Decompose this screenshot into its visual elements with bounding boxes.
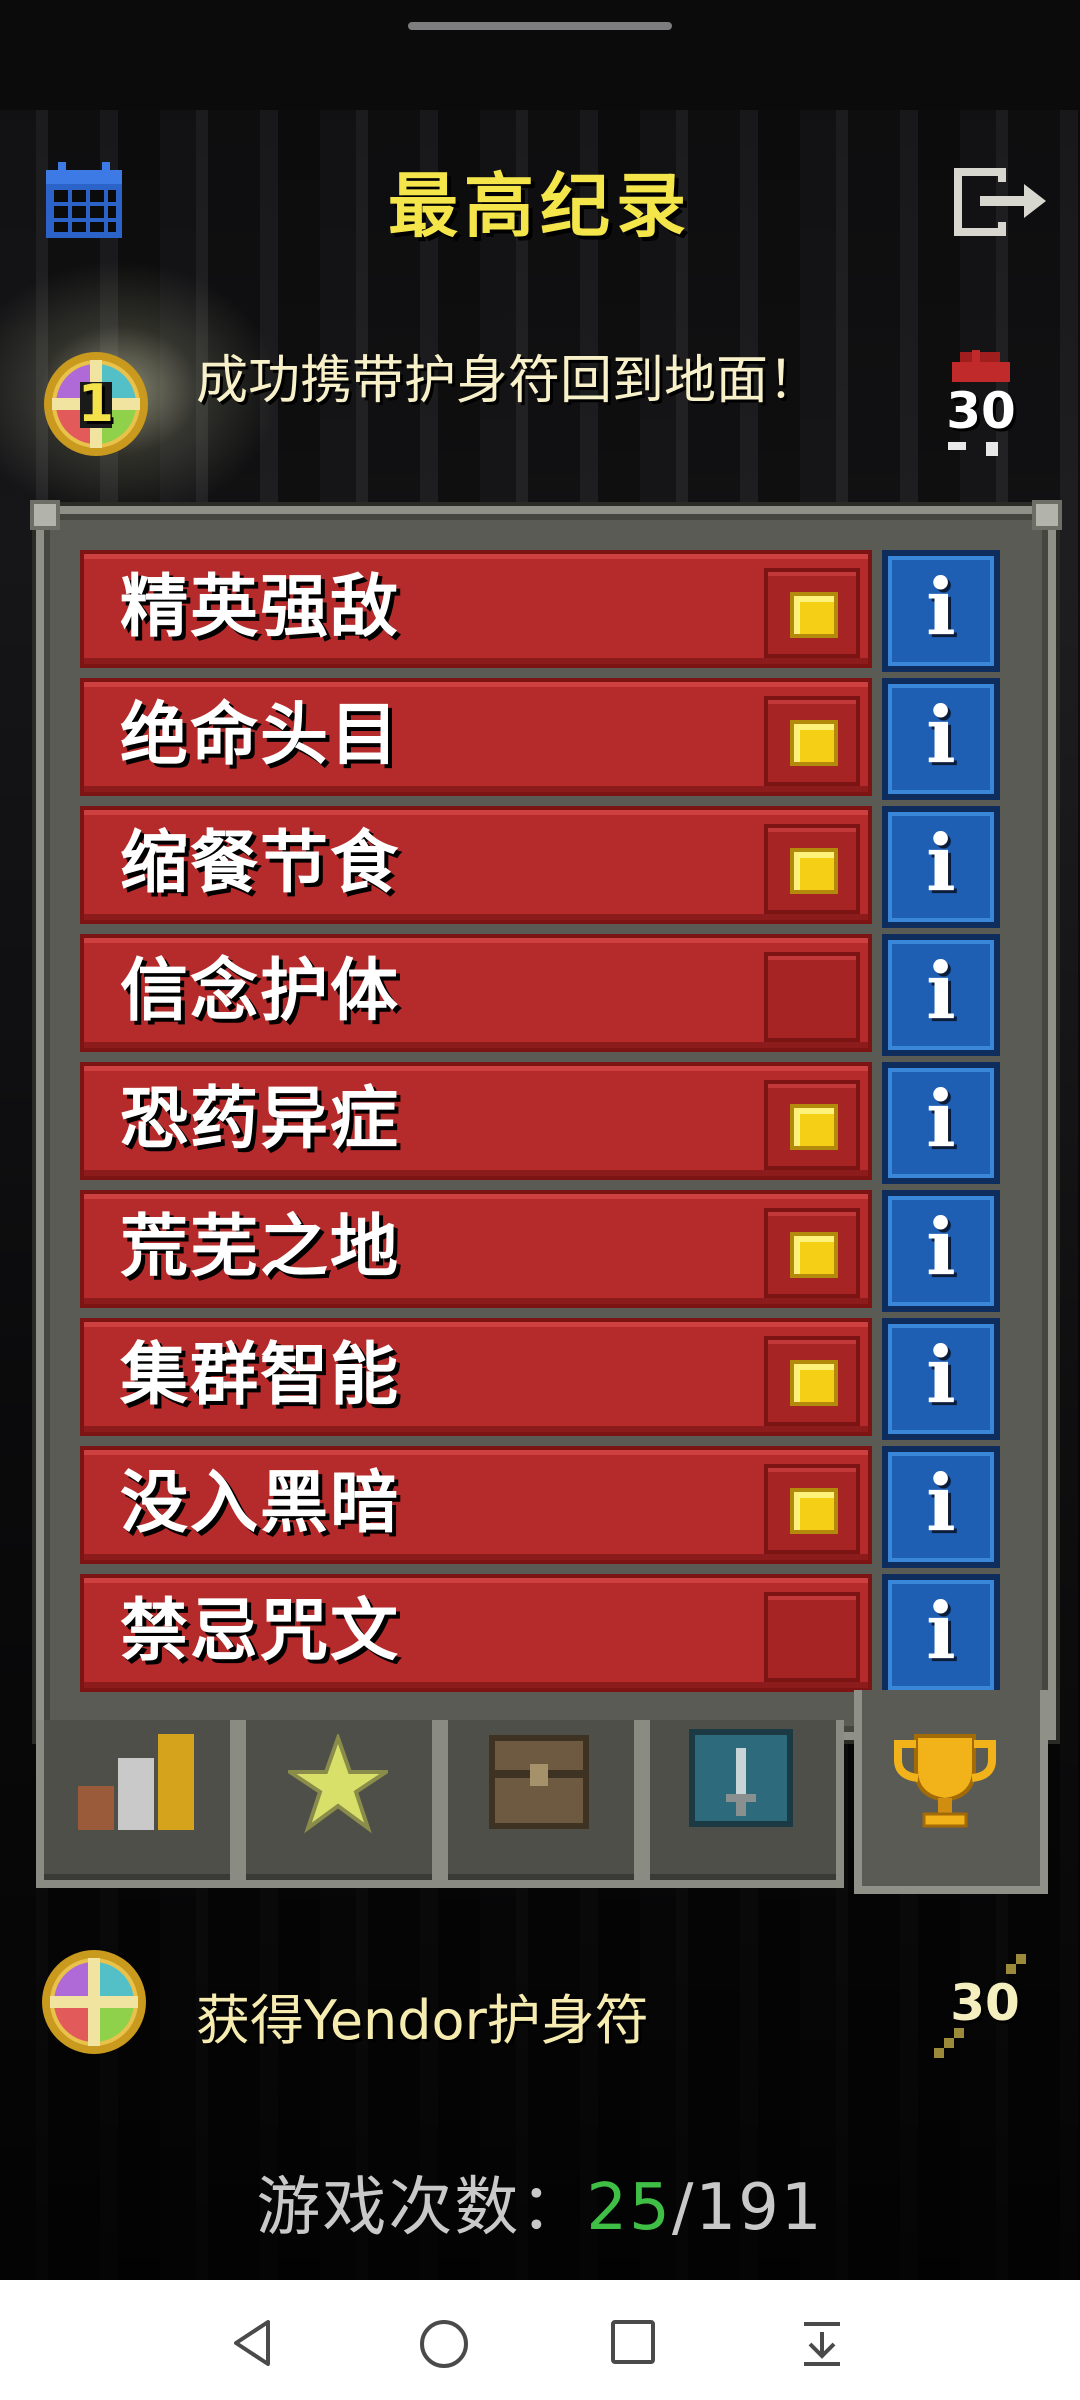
info-button[interactable]: i (882, 1574, 1000, 1696)
challenge-checkbox[interactable] (764, 1464, 860, 1554)
panel-corner (30, 500, 60, 530)
challenge-checkbox[interactable] (764, 952, 860, 1042)
exit-icon[interactable] (946, 162, 1054, 242)
challenge-checkbox[interactable] (764, 824, 860, 914)
panel-corner (1032, 500, 1062, 530)
stats-icon (78, 1734, 194, 1830)
challenge-row[interactable]: 恐药异症 (80, 1062, 872, 1180)
home-icon[interactable] (418, 2318, 470, 2370)
challenge-checkbox[interactable] (764, 1336, 860, 1426)
challenge-row[interactable]: 禁忌咒文 (80, 1574, 872, 1692)
challenge-row[interactable]: 信念护体 (80, 934, 872, 1052)
info-icon: i (926, 690, 956, 781)
info-icon: i (926, 1458, 956, 1549)
challenge-checkbox[interactable] (764, 1592, 860, 1682)
checkbox-check (790, 848, 838, 894)
checkbox-check (790, 720, 838, 766)
challenge-label: 禁忌咒文 (120, 1592, 401, 1671)
tab-badges[interactable] (238, 1720, 440, 1888)
games-label: 游戏次数： (256, 2171, 587, 2245)
chest-icon (489, 1735, 589, 1829)
record-description: 成功携带护身符回到地面！ (196, 351, 821, 411)
amulet-record-text: 获得Yendor护身符 (196, 1989, 649, 2052)
challenge-row[interactable]: 精英强敌 (80, 550, 872, 668)
challenge-row[interactable]: 缩餐节食 (80, 806, 872, 924)
checkbox-check (790, 1232, 838, 1278)
challenge-label: 没入黑暗 (120, 1464, 401, 1543)
record-depth: 30 (946, 382, 1016, 440)
challenge-checkbox[interactable] (764, 568, 860, 658)
sword-card-icon (689, 1729, 793, 1827)
tab-journal[interactable] (440, 1720, 642, 1888)
record-rank: 1 (77, 374, 115, 434)
tab-bar (36, 1690, 1048, 1894)
amulet-record-depth: 30 (950, 1974, 1020, 2032)
back-icon[interactable] (228, 2318, 276, 2368)
page-title: 最高纪录 (388, 165, 692, 247)
info-icon: i (926, 1330, 956, 1421)
navigation-bar (0, 2280, 1080, 2400)
tab-alchemy[interactable] (642, 1720, 844, 1888)
info-button[interactable]: i (882, 1446, 1000, 1568)
checkbox-check (790, 1360, 838, 1406)
trophy-icon (894, 1734, 996, 1828)
info-icon: i (926, 1074, 956, 1165)
info-button[interactable]: i (882, 934, 1000, 1056)
challenge-checkbox[interactable] (764, 1080, 860, 1170)
games-won: 25 (586, 2171, 672, 2245)
challenge-label: 精英强敌 (120, 568, 401, 647)
info-icon: i (926, 562, 956, 653)
games-total: 191 (695, 2171, 824, 2245)
star-icon (288, 1734, 388, 1834)
challenge-checkbox[interactable] (764, 696, 860, 786)
info-button[interactable]: i (882, 678, 1000, 800)
info-icon: i (926, 1586, 956, 1677)
challenge-label: 绝命头目 (120, 696, 401, 775)
games-separator: / (671, 2171, 696, 2245)
info-icon: i (926, 1202, 956, 1293)
challenge-label: 集群智能 (120, 1336, 401, 1415)
tab-stats[interactable] (36, 1720, 238, 1888)
info-button[interactable]: i (882, 1062, 1000, 1184)
challenge-row[interactable]: 荒芜之地 (80, 1190, 872, 1308)
info-icon: i (926, 818, 956, 909)
info-button[interactable]: i (882, 1190, 1000, 1312)
download-icon[interactable] (800, 2318, 844, 2368)
amulet-icon (42, 1950, 146, 2054)
info-button[interactable]: i (882, 550, 1000, 672)
info-button[interactable]: i (882, 1318, 1000, 1440)
checkbox-check (790, 1104, 838, 1150)
challenge-row[interactable]: 集群智能 (80, 1318, 872, 1436)
games-played: 游戏次数：25/191 (0, 2156, 1080, 2248)
challenge-row[interactable]: 没入黑暗 (80, 1446, 872, 1564)
challenge-label: 荒芜之地 (120, 1208, 401, 1287)
status-handle (408, 22, 672, 30)
recents-icon[interactable] (610, 2318, 656, 2366)
info-icon: i (926, 946, 956, 1037)
info-button[interactable]: i (882, 806, 1000, 928)
challenge-label: 信念护体 (120, 952, 401, 1031)
challenge-label: 缩餐节食 (120, 824, 401, 903)
tab-rankings[interactable] (854, 1690, 1048, 1894)
challenge-checkbox[interactable] (764, 1208, 860, 1298)
challenge-label: 恐药异症 (120, 1080, 401, 1159)
challenge-row[interactable]: 绝命头目 (80, 678, 872, 796)
checkbox-check (790, 592, 838, 638)
checkbox-check (790, 1488, 838, 1534)
